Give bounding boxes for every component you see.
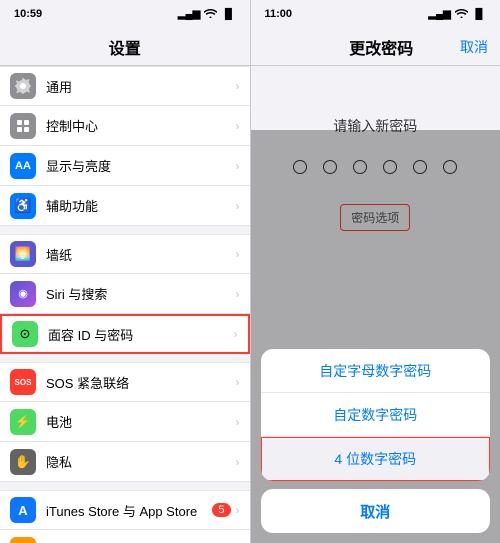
settings-list: 通用 › 控制中心 › AA 显示与亮度 › ♿ 辅助功能 › <box>0 66 250 543</box>
signal-icon-right: ▂▄▆ <box>428 9 450 20</box>
wallpaper-icon: 🌅 <box>10 241 36 267</box>
status-bar-left: 10:59 ▂▄▆ ▐▌ <box>0 0 250 28</box>
time-left: 10:59 <box>14 8 42 20</box>
settings-group-1: 通用 › 控制中心 › AA 显示与亮度 › ♿ 辅助功能 › <box>0 66 250 226</box>
left-title: 设置 <box>109 35 141 59</box>
faceid-chevron: › <box>234 327 238 341</box>
wallet-icon: 👛 <box>10 537 36 543</box>
wallpaper-chevron: › <box>236 247 240 261</box>
general-chevron: › <box>236 79 240 93</box>
sos-chevron: › <box>236 375 240 389</box>
settings-item-display[interactable]: AA 显示与亮度 › <box>0 146 250 186</box>
settings-group-2: 🌅 墙纸 › ◉ Siri 与搜索 › ⊙ 面容 ID 与密码 › <box>0 234 250 354</box>
status-bar-right: 11:00 ▂▄▆ ▐▌ <box>251 0 500 28</box>
settings-item-wallpaper[interactable]: 🌅 墙纸 › <box>0 234 250 274</box>
signal-icon: ▂▄▆ <box>178 9 200 20</box>
settings-item-accessibility[interactable]: ♿ 辅助功能 › <box>0 186 250 226</box>
accessibility-chevron: › <box>236 199 240 213</box>
top-cancel-button[interactable]: 取消 <box>460 37 488 57</box>
dropdown-item-numeric-4[interactable]: 4 位数字密码 <box>261 437 491 481</box>
left-panel: 10:59 ▂▄▆ ▐▌ 设置 通用 › <box>0 0 250 543</box>
right-panel: 11:00 ▂▄▆ ▐▌ 更改密码 取消 请输入新密码 <box>251 0 500 543</box>
settings-group-4: A iTunes Store 与 App Store 5 › 👛 钱包与 App… <box>0 490 250 543</box>
dropdown-items: 自定字母数字密码 自定数字密码 4 位数字密码 <box>261 349 491 481</box>
appstore-chevron: › <box>236 503 240 517</box>
dropdown-menu: 自定字母数字密码 自定数字密码 4 位数字密码 取消 <box>251 349 500 543</box>
settings-item-appstore[interactable]: A iTunes Store 与 App Store 5 › <box>0 490 250 530</box>
accessibility-label: 辅助功能 <box>46 196 236 215</box>
display-label: 显示与亮度 <box>46 156 236 175</box>
accessibility-icon: ♿ <box>10 193 36 219</box>
display-icon: AA <box>10 153 36 179</box>
right-title: 更改密码 <box>349 35 413 59</box>
settings-item-privacy[interactable]: ✋ 隐私 › <box>0 442 250 482</box>
sos-label: SOS 紧急联络 <box>46 373 236 392</box>
status-icons-left: ▂▄▆ ▐▌ <box>178 8 236 21</box>
siri-chevron: › <box>236 287 240 301</box>
privacy-chevron: › <box>236 455 240 469</box>
control-chevron: › <box>236 119 240 133</box>
settings-group-3: SOS SOS 紧急联络 › ⚡ 电池 › ✋ 隐私 › <box>0 362 250 482</box>
battery-icon-item: ⚡ <box>10 409 36 435</box>
settings-item-sos[interactable]: SOS SOS 紧急联络 › <box>0 362 250 402</box>
dropdown-cancel-button[interactable]: 取消 <box>261 489 491 533</box>
settings-item-siri[interactable]: ◉ Siri 与搜索 › <box>0 274 250 314</box>
general-icon <box>10 73 36 99</box>
left-nav-bar: 设置 <box>0 28 250 66</box>
settings-item-general[interactable]: 通用 › <box>0 66 250 106</box>
siri-icon: ◉ <box>10 281 36 307</box>
privacy-icon: ✋ <box>10 449 36 475</box>
faceid-icon: ⊙ <box>12 321 38 347</box>
status-icons-right: ▂▄▆ ▐▌ <box>428 8 486 21</box>
sos-icon: SOS <box>10 369 36 395</box>
battery-chevron: › <box>236 415 240 429</box>
appstore-label: iTunes Store 与 App Store <box>46 501 212 520</box>
battery-icon-right: ▐▌ <box>472 9 486 20</box>
battery-icon: ▐▌ <box>221 9 235 20</box>
siri-label: Siri 与搜索 <box>46 284 236 303</box>
wallpaper-label: 墙纸 <box>46 245 236 264</box>
right-nav-bar: 更改密码 取消 <box>251 28 500 66</box>
settings-item-faceid[interactable]: ⊙ 面容 ID 与密码 › <box>0 314 250 354</box>
faceid-label: 面容 ID 与密码 <box>48 325 234 344</box>
control-icon <box>10 113 36 139</box>
dropdown-item-numeric-custom[interactable]: 自定数字密码 <box>261 393 491 437</box>
privacy-label: 隐私 <box>46 452 236 471</box>
dropdown-item-alphanumeric[interactable]: 自定字母数字密码 <box>261 349 491 393</box>
settings-item-battery[interactable]: ⚡ 电池 › <box>0 402 250 442</box>
wifi-icon-right <box>455 8 468 21</box>
battery-label: 电池 <box>46 412 236 431</box>
control-label: 控制中心 <box>46 116 236 135</box>
wifi-icon <box>204 8 217 21</box>
display-chevron: › <box>236 159 240 173</box>
settings-item-wallet[interactable]: 👛 钱包与 Apple Pay › <box>0 530 250 543</box>
general-label: 通用 <box>46 77 236 96</box>
appstore-icon: A <box>10 497 36 523</box>
appstore-badge: 5 <box>212 503 230 517</box>
time-right: 11:00 <box>265 8 293 20</box>
settings-item-control[interactable]: 控制中心 › <box>0 106 250 146</box>
